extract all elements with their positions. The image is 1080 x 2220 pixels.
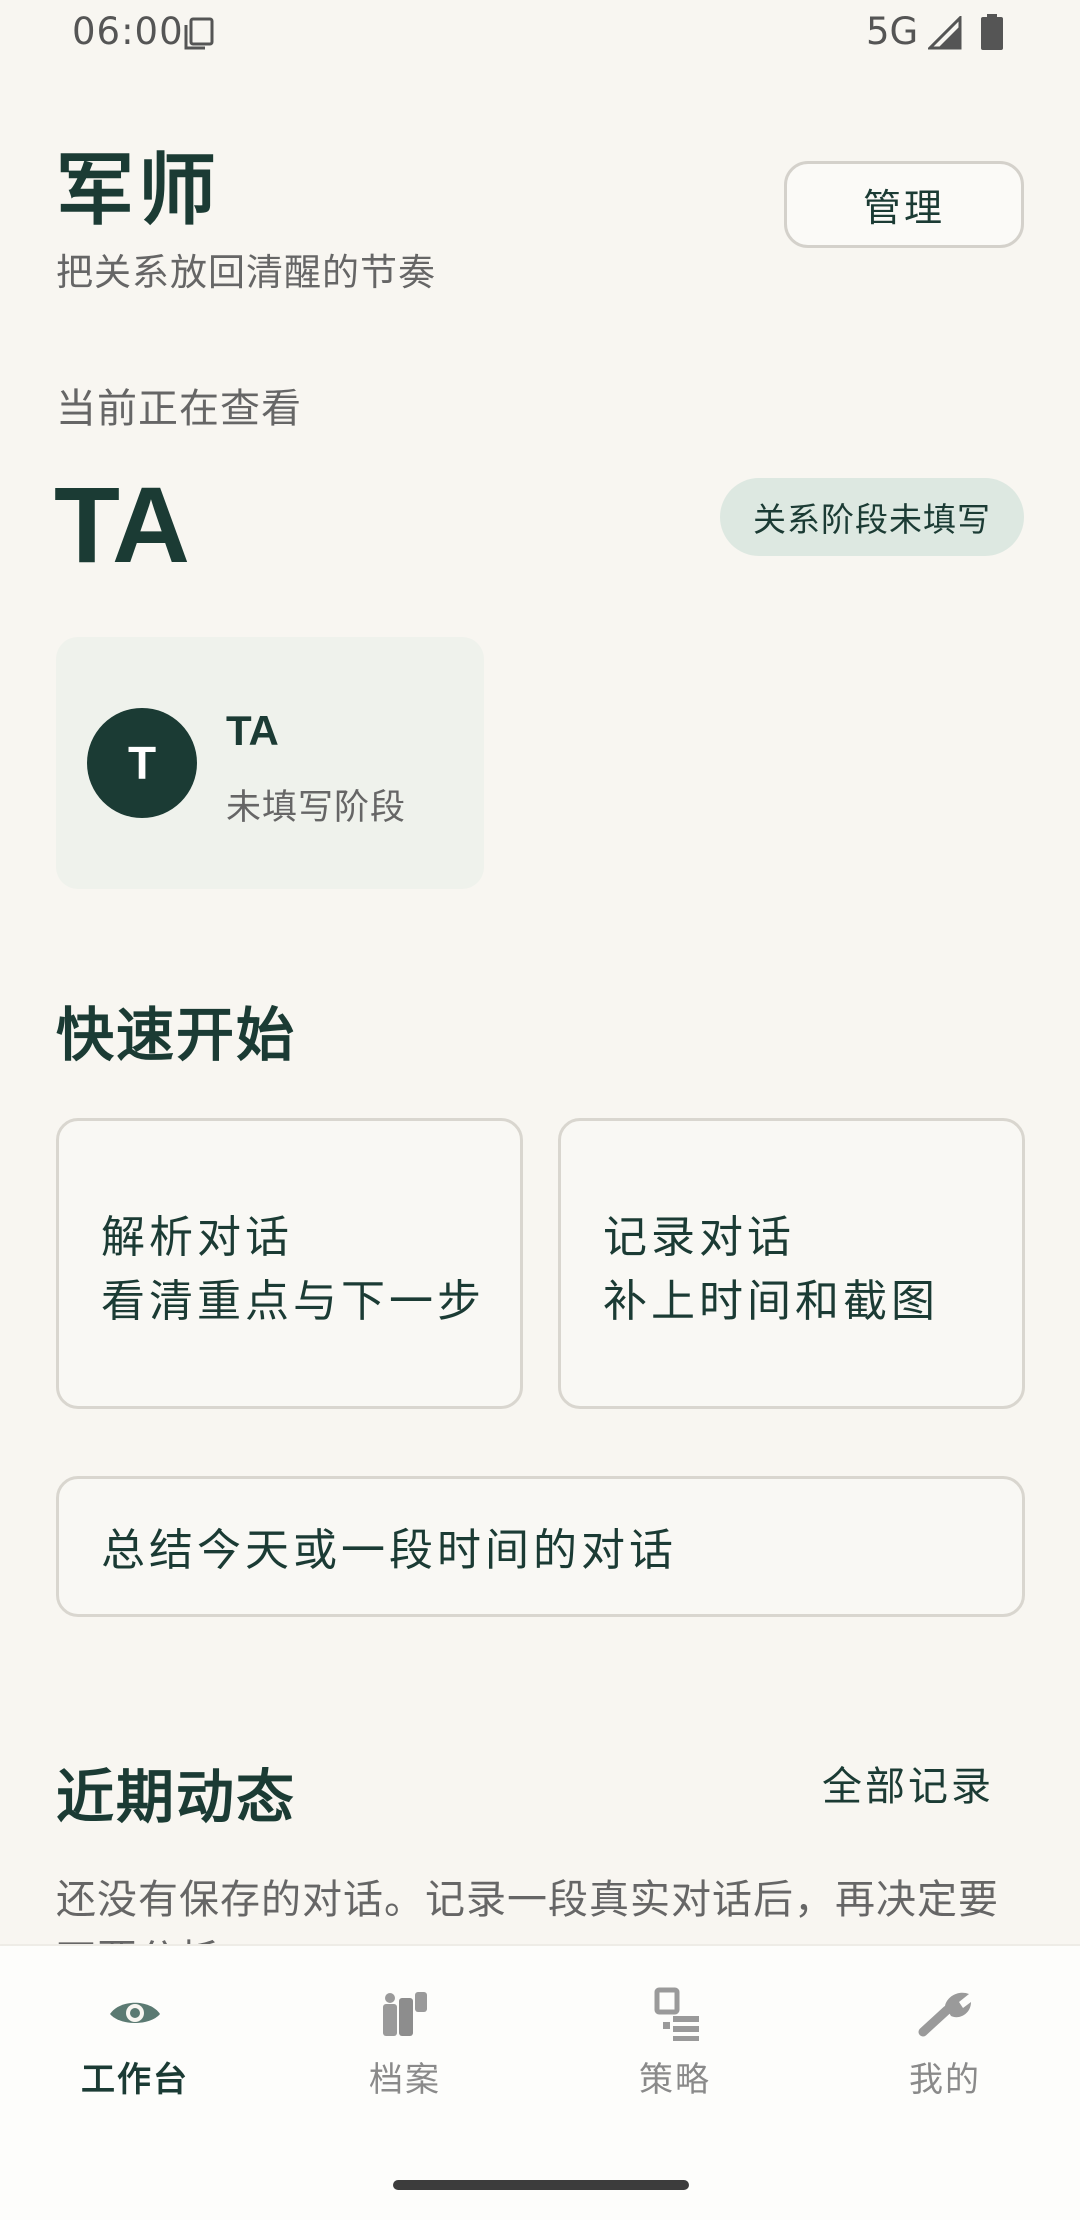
status-bar: 06:00 5G (0, 0, 1080, 66)
app-title: 军师 (56, 146, 221, 236)
battery-icon (981, 14, 1003, 50)
people-icon (383, 1992, 427, 2036)
nav-item-strategy[interactable]: 策略 (575, 1986, 775, 2106)
nav-label-profiles: 档案 (369, 2060, 441, 2100)
record-card-title: 记录对话 (603, 1212, 795, 1263)
nav-item-mine[interactable]: 我的 (845, 1986, 1045, 2106)
nav-label-workbench: 工作台 (81, 2060, 189, 2100)
profile-card[interactable]: T TA 未填写阶段 (56, 637, 484, 889)
avatar: T (87, 708, 197, 818)
status-time: 06:00 (72, 10, 184, 53)
relationship-stage-badge[interactable]: 关系阶段未填写 (720, 478, 1024, 556)
recent-activity-title: 近期动态 (56, 1763, 297, 1831)
analyze-card-desc: 看清重点与下一步 (101, 1276, 485, 1327)
record-conversation-card[interactable]: 记录对话 补上时间和截图 (558, 1118, 1025, 1409)
empty-state-line-1: 还没有保存的对话。记录一段真实对话后，再决定要 (56, 1877, 999, 1923)
analyze-conversation-card[interactable]: 解析对话 看清重点与下一步 (56, 1118, 523, 1409)
analyze-card-title: 解析对话 (101, 1212, 293, 1263)
app-subtitle: 把关系放回清醒的节奏 (56, 251, 436, 294)
quick-start-title: 快速开始 (56, 1001, 297, 1069)
summary-card-label: 总结今天或一段时间的对话 (101, 1525, 677, 1576)
profile-name: TA (226, 707, 279, 754)
summarize-conversation-card[interactable]: 总结今天或一段时间的对话 (56, 1476, 1025, 1617)
eye-icon (110, 2002, 160, 2023)
nav-item-profiles[interactable]: 档案 (305, 1986, 505, 2106)
bottom-navigation: 工作台 档案 策略 我的 (0, 1944, 1080, 2220)
nav-item-workbench[interactable]: 工作台 (35, 1986, 235, 2106)
network-type: 5G (866, 10, 919, 53)
nav-label-mine: 我的 (909, 2060, 981, 2100)
strategy-icon (654, 1987, 699, 2041)
home-indicator[interactable] (393, 2180, 689, 2190)
manage-button[interactable]: 管理 (784, 161, 1024, 248)
wrench-icon (918, 1992, 971, 2037)
document-icon (184, 17, 214, 50)
app-screen: 06:00 5G 军师 把关系放回清醒的节奏 管理 当前正在查看 TA 关系阶段… (0, 0, 1080, 2220)
signal-icon (928, 16, 962, 50)
all-records-link[interactable]: 全部记录 (822, 1754, 994, 1812)
current-person-name: TA (54, 464, 190, 585)
viewing-label: 当前正在查看 (56, 386, 302, 432)
nav-label-strategy: 策略 (639, 2060, 711, 2100)
profile-stage: 未填写阶段 (226, 788, 407, 828)
record-card-desc: 补上时间和截图 (603, 1276, 939, 1327)
